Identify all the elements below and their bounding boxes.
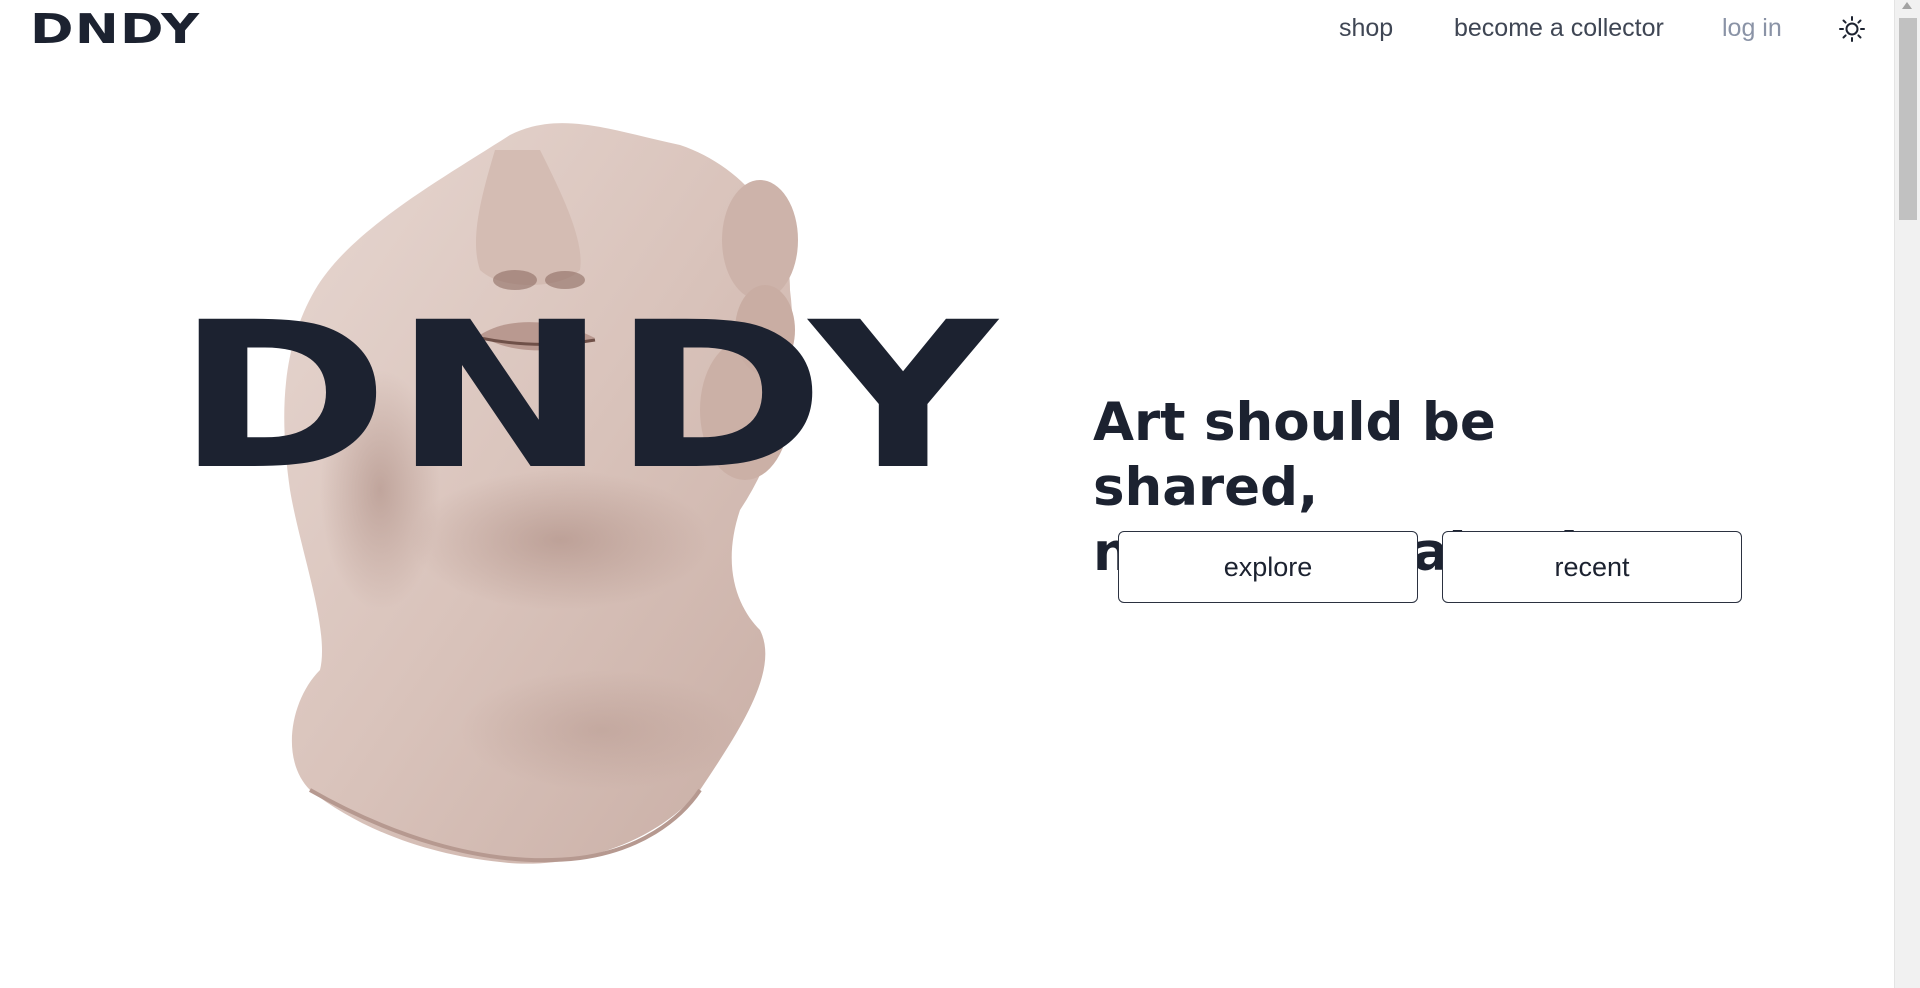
scrollbar-thumb[interactable] [1899, 18, 1917, 220]
theme-toggle-button[interactable] [1838, 15, 1866, 43]
scroll-up-arrow-icon[interactable] [1902, 2, 1912, 9]
explore-button[interactable]: explore [1118, 531, 1418, 603]
nav-shop-link[interactable]: shop [1339, 14, 1393, 42]
hero-brand-word: DNDY [175, 278, 1000, 514]
site-logo[interactable]: DNDY [30, 8, 200, 50]
page-scrollbar[interactable] [1894, 0, 1920, 988]
tagline-line-1: Art should be shared, [1093, 392, 1496, 518]
nav-become-collector-link[interactable]: become a collector [1454, 14, 1664, 42]
sun-icon [1839, 16, 1865, 42]
recent-button[interactable]: recent [1442, 531, 1742, 603]
top-header: DNDY shop become a collector log in [0, 0, 1894, 56]
nav-login-link[interactable]: log in [1722, 14, 1782, 42]
